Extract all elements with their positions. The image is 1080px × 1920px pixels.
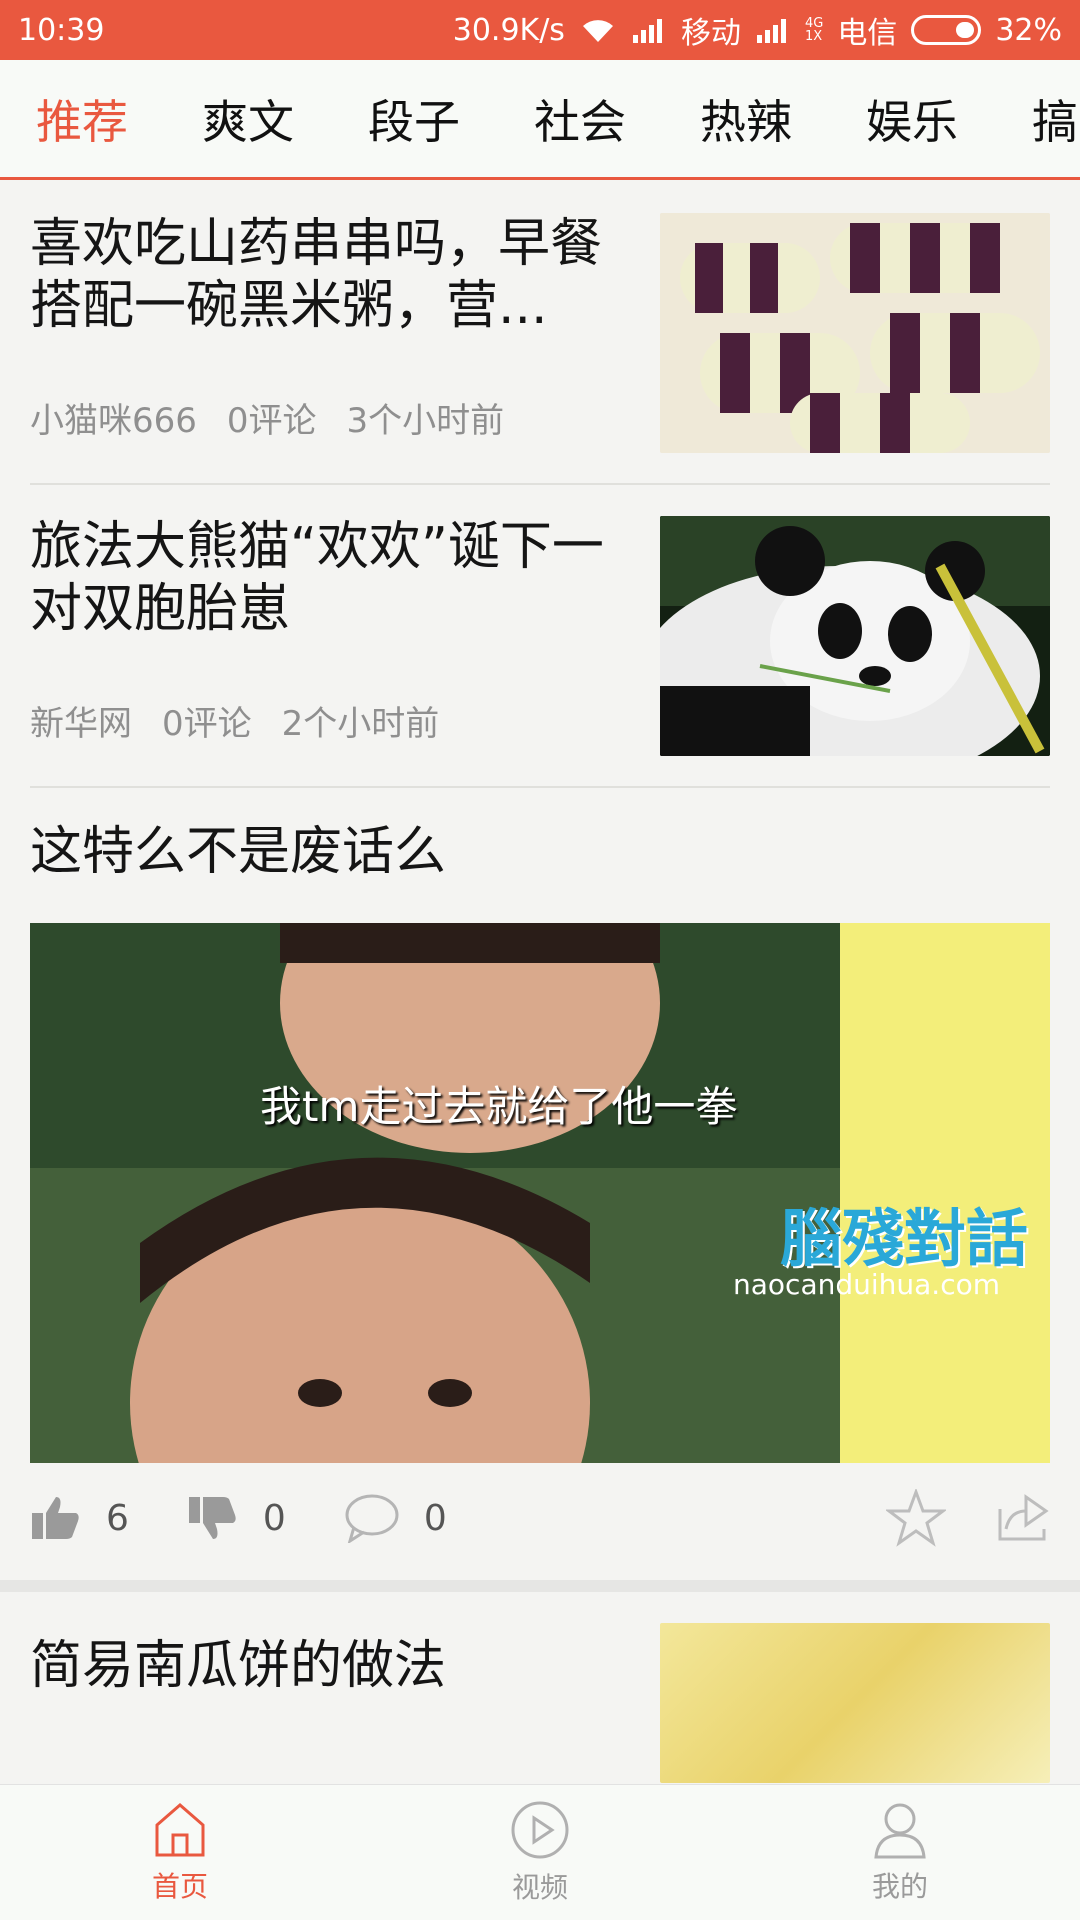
tab-shuangwen[interactable]: 爽文: [165, 86, 331, 152]
list-item[interactable]: 旅法大熊猫“欢欢”诞下一对双胞胎崽 新华网 0评论 2个小时前: [30, 516, 1050, 756]
carrier-1: 移动: [680, 16, 741, 51]
carrier-2: 电信: [837, 16, 898, 51]
star-icon[interactable]: [886, 1489, 946, 1547]
dislike-button[interactable]: 0: [187, 1495, 286, 1541]
list-item[interactable]: 喜欢吃山药串串吗，早餐搭配一碗黑米粥，营... 小猫咪666 0评论 3个小时前: [30, 213, 1050, 453]
status-bar: 10:39 30.9K/s 移动 4G 1X 电信 32%: [0, 0, 1080, 60]
article-thumbnail[interactable]: [660, 516, 1050, 756]
tab-jokes[interactable]: 段子: [331, 86, 497, 152]
comment-button[interactable]: 0: [344, 1493, 447, 1543]
like-button[interactable]: 6: [30, 1495, 129, 1541]
nav-profile[interactable]: 我的: [720, 1785, 1080, 1920]
share-icon[interactable]: [996, 1489, 1050, 1543]
article-time: 2个小时前: [281, 704, 440, 744]
comment-count: 0: [423, 1497, 447, 1539]
article-meta: 新华网 0评论 2个小时前: [30, 696, 439, 745]
nav-home[interactable]: 首页: [0, 1785, 360, 1920]
article-title[interactable]: 喜欢吃山药串串吗，早餐搭配一碗黑米粥，营...: [30, 213, 610, 337]
status-time: 10:39: [18, 12, 105, 48]
divider: [30, 483, 1050, 485]
nav-video-label: 视频: [511, 1870, 568, 1904]
section-separator: [0, 1580, 1080, 1592]
play-icon: [511, 1801, 569, 1858]
meme-url: naocanduihua.com: [733, 1268, 1000, 1301]
nav-profile-label: 我的: [871, 1869, 928, 1903]
news-feed: 喜欢吃山药串串吗，早餐搭配一碗黑米粥，营... 小猫咪666 0评论 3个小时前: [0, 183, 1080, 1783]
signal-icon: [631, 17, 667, 43]
user-icon: [874, 1803, 926, 1858]
network-type-bottom: 1X: [804, 29, 823, 44]
home-icon: [155, 1802, 205, 1856]
article-thumbnail[interactable]: [660, 213, 1050, 453]
signal-icon-2: [755, 17, 791, 43]
article-meta: 小猫咪666 0评论 3个小时前: [30, 393, 504, 442]
wifi-icon: [579, 16, 617, 44]
tab-hot[interactable]: 热辣: [663, 86, 829, 152]
article-title[interactable]: 简易南瓜饼的做法: [30, 1623, 610, 1697]
network-type: 4G 1X: [805, 17, 823, 43]
tab-recommend[interactable]: 推荐: [0, 86, 165, 152]
nav-home-label: 首页: [151, 1869, 208, 1903]
tab-funny[interactable]: 搞: [995, 86, 1080, 152]
tab-entertainment[interactable]: 娱乐: [829, 86, 995, 152]
comment-icon: [345, 1494, 399, 1543]
battery-icon: [911, 15, 982, 45]
article-title[interactable]: 旅法大熊猫“欢欢”诞下一对双胞胎崽: [30, 516, 610, 640]
post-title[interactable]: 这特么不是废话么: [30, 821, 1030, 883]
article-thumbnail[interactable]: [660, 1623, 1050, 1783]
article-comments: 0评论: [226, 401, 317, 441]
meme-caption: 我tm走过去就给了他一拳: [260, 1082, 738, 1131]
bottom-nav: 首页 视频 我的: [0, 1784, 1080, 1920]
list-item[interactable]: 简易南瓜饼的做法: [30, 1623, 1050, 1783]
article-time: 3个小时前: [346, 401, 505, 441]
dislike-count: 0: [262, 1497, 286, 1539]
category-tabs: 推荐 爽文 段子 社会 热辣 娱乐 搞: [0, 60, 1080, 180]
article-author: 小猫咪666: [30, 401, 197, 441]
tab-society[interactable]: 社会: [497, 86, 663, 152]
article-comments: 0评论: [162, 704, 252, 744]
nav-video[interactable]: 视频: [360, 1785, 720, 1920]
meme-watermark: 腦殘對話: [779, 1202, 1028, 1275]
thumbs-down-icon: [188, 1497, 236, 1539]
thumbs-up-icon: [32, 1497, 79, 1539]
article-author: 新华网: [30, 704, 132, 744]
network-speed: 30.9K/s: [452, 12, 565, 48]
meme-image[interactable]: 我tm走过去就给了他一拳 腦殘對話 naocanduihua.com: [30, 923, 1050, 1463]
joke-post[interactable]: 这特么不是废话么: [30, 821, 1050, 891]
battery-level: 32%: [995, 12, 1062, 48]
post-actions: 6 0 0: [30, 1483, 1050, 1553]
like-count: 6: [106, 1497, 129, 1539]
divider: [30, 786, 1050, 788]
